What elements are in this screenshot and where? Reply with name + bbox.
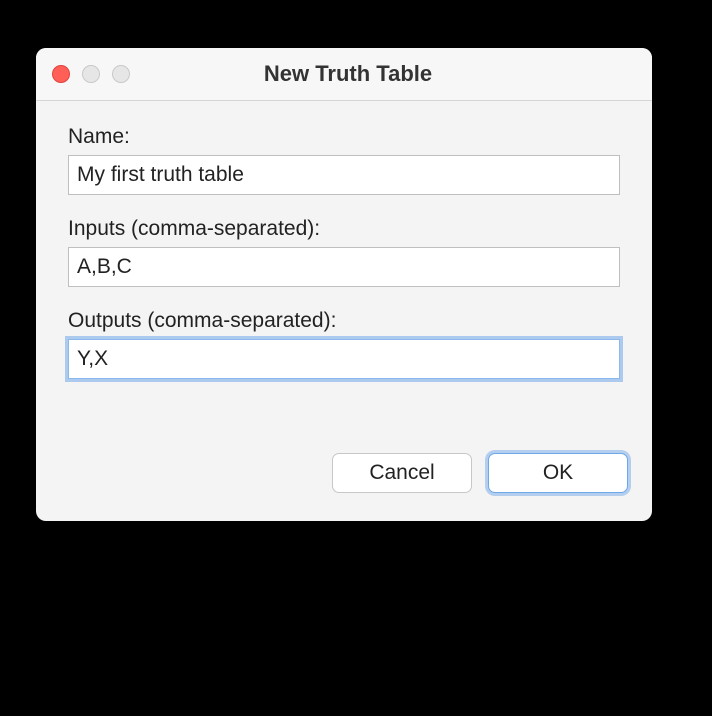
inputs-input[interactable]: [68, 247, 620, 287]
outputs-label: Outputs (comma-separated):: [68, 309, 620, 333]
name-label: Name:: [68, 125, 620, 149]
window-title: New Truth Table: [60, 61, 636, 87]
titlebar: New Truth Table: [36, 48, 652, 101]
outputs-input[interactable]: [68, 339, 620, 379]
dialog-content: Name: Inputs (comma-separated): Outputs …: [36, 101, 652, 413]
inputs-field: Inputs (comma-separated):: [68, 217, 620, 287]
outputs-field: Outputs (comma-separated):: [68, 309, 620, 379]
inputs-label: Inputs (comma-separated):: [68, 217, 620, 241]
name-field: Name:: [68, 125, 620, 195]
cancel-button[interactable]: Cancel: [332, 453, 472, 493]
button-row: Cancel OK: [36, 413, 652, 521]
dialog-window: New Truth Table Name: Inputs (comma-sepa…: [36, 48, 652, 521]
ok-button[interactable]: OK: [488, 453, 628, 493]
name-input[interactable]: [68, 155, 620, 195]
